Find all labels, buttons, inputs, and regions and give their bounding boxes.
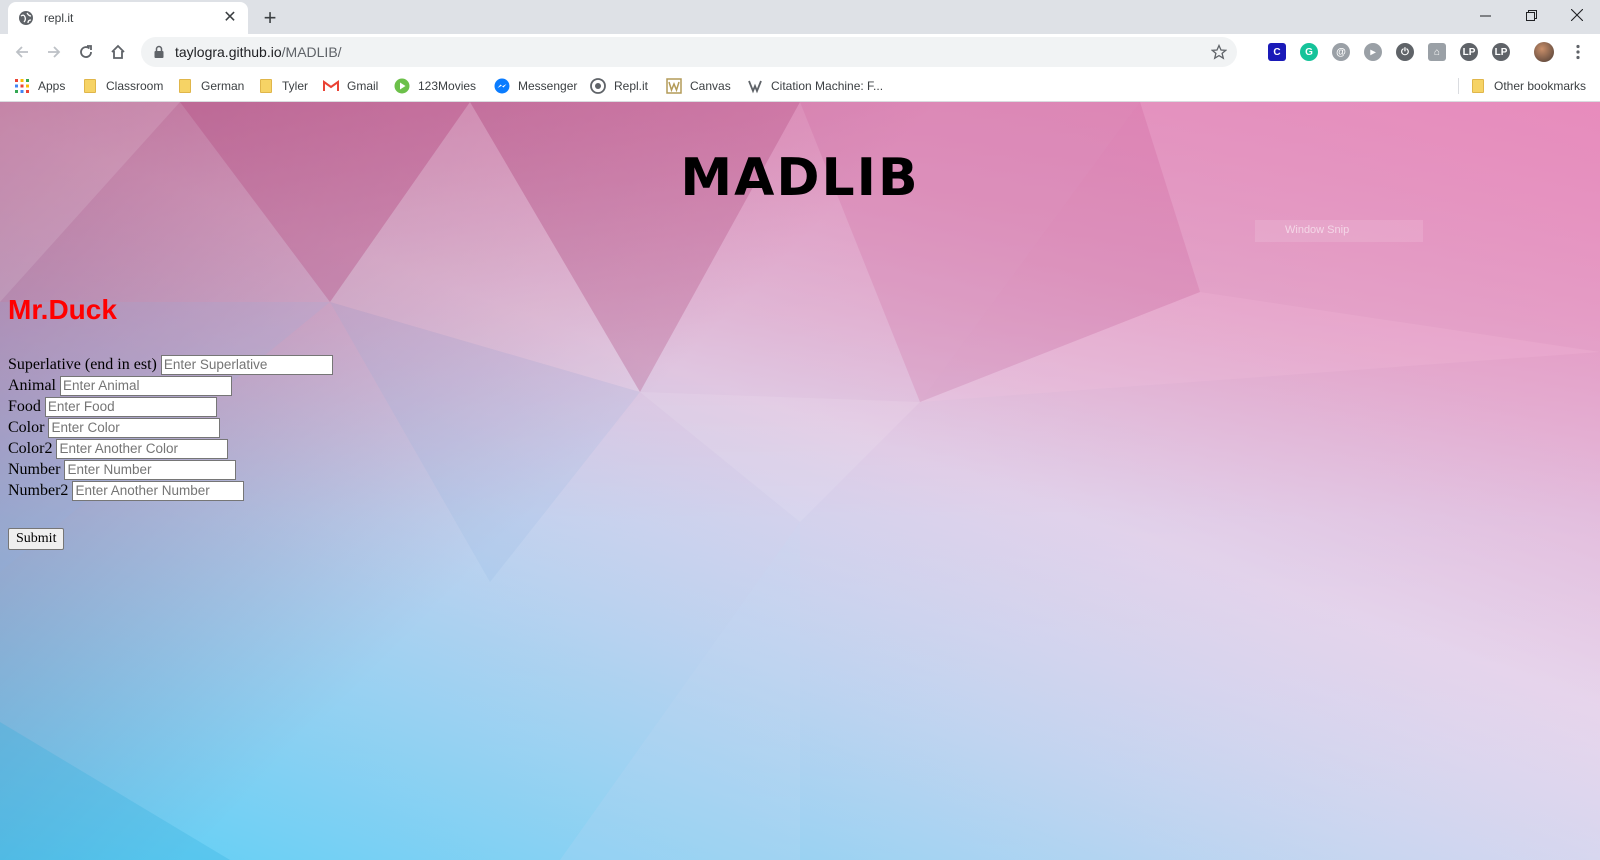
tab-close-icon[interactable]: ✕ (222, 10, 238, 26)
bookmarks-bar: Apps Classroom German Tyler Gmail 123Mov… (0, 70, 1600, 102)
form-row-food: Food (8, 396, 333, 417)
color-input[interactable] (48, 417, 221, 438)
number-label: Number (8, 460, 61, 478)
extension-icon[interactable]: @ (1332, 43, 1350, 61)
animal-input[interactable] (60, 375, 232, 396)
bookmark-tyler[interactable]: Tyler (258, 76, 308, 96)
folder-icon (1470, 78, 1486, 94)
folder-icon (177, 78, 193, 94)
address-bar[interactable]: taylogra.github.io/MADLIB/ (141, 37, 1237, 67)
superlative-input[interactable] (160, 354, 333, 375)
avatar[interactable] (1534, 42, 1554, 62)
play-icon (394, 78, 410, 94)
apps-grid-icon (14, 78, 30, 94)
bookmark-label: Other bookmarks (1494, 79, 1587, 93)
bookmark-german[interactable]: German (177, 76, 244, 96)
bookmark-canvas[interactable]: Canvas (666, 76, 731, 96)
bookmark-star-icon[interactable] (1211, 44, 1227, 60)
number2-input[interactable] (72, 480, 245, 501)
page-title: MADLIB (680, 148, 920, 208)
bookmark-gmail[interactable]: Gmail (323, 76, 378, 96)
other-bookmarks[interactable]: Other bookmarks (1470, 76, 1586, 96)
tab-title: repl.it (44, 11, 74, 25)
submit-button[interactable]: Submit (8, 528, 65, 550)
replit-icon (590, 78, 606, 94)
browser-toolbar: taylogra.github.io/MADLIB/ C G @ ▸ ⏻ ⌂ L… (0, 34, 1600, 70)
reload-icon[interactable] (72, 38, 100, 66)
page-background: MADLIB Window Snip Mr.Duck Superlative (… (0, 102, 1600, 860)
form-row-number: Number (8, 459, 333, 480)
globe-icon (19, 11, 33, 25)
bookmark-123movies[interactable]: 123Movies (394, 76, 476, 96)
gmail-icon (323, 78, 339, 94)
author-name: Mr.Duck (8, 294, 117, 325)
bookmark-replit[interactable]: Repl.it (590, 76, 648, 96)
close-window-icon[interactable] (1554, 0, 1600, 30)
minimize-icon[interactable] (1462, 0, 1508, 30)
madlib-form: Superlative (end in est) Animal Food Col… (8, 354, 333, 501)
bookmark-label: Messenger (518, 79, 578, 93)
color2-input[interactable] (56, 438, 229, 459)
lock-icon (154, 45, 164, 58)
form-row-color: Color (8, 417, 333, 438)
back-icon[interactable] (8, 38, 36, 66)
lp-extension-icon[interactable]: LP (1460, 43, 1478, 61)
bookmark-label: Gmail (347, 79, 379, 93)
bookmark-classroom[interactable]: Classroom (82, 76, 163, 96)
color2-label: Color2 (8, 439, 53, 457)
url-text: taylogra.github.io/MADLIB/ (175, 44, 342, 60)
power-extension-icon[interactable]: ⏻ (1396, 43, 1414, 61)
menu-kebab-icon[interactable] (1564, 38, 1592, 66)
form-row-number2: Number2 (8, 480, 333, 501)
animal-label: Animal (8, 376, 56, 394)
bookmark-label: Classroom (106, 79, 164, 93)
extension-icon[interactable]: ⌂ (1428, 43, 1446, 61)
extension-icon[interactable]: ▸ (1364, 43, 1382, 61)
bookmark-label: 123Movies (418, 79, 477, 93)
canvas-icon (666, 78, 682, 94)
folder-icon (258, 78, 274, 94)
color-label: Color (8, 418, 45, 436)
bookmark-messenger[interactable]: Messenger (494, 76, 577, 96)
grammarly-extension-icon[interactable]: G (1300, 43, 1318, 61)
folder-icon (82, 78, 98, 94)
form-row-color2: Color2 (8, 438, 333, 459)
tab-strip: repl.it ✕ + (0, 0, 1600, 34)
food-label: Food (8, 397, 41, 415)
number-input[interactable] (64, 459, 237, 480)
messenger-icon (494, 78, 510, 94)
home-icon[interactable] (104, 38, 132, 66)
bookmark-label: Tyler (282, 79, 309, 93)
bookmark-label: German (201, 79, 245, 93)
bookmark-label: Canvas (690, 79, 731, 93)
citation-icon (747, 78, 763, 94)
window-snip-overlay: Window Snip (1255, 220, 1423, 242)
bookmark-label: Citation Machine: F... (771, 79, 884, 93)
bookmark-label: Apps (38, 79, 66, 93)
forward-icon[interactable] (40, 38, 68, 66)
bookmark-citation-machine[interactable]: Citation Machine: F... (747, 76, 883, 96)
form-row-superlative: Superlative (end in est) (8, 354, 333, 375)
number2-label: Number2 (8, 481, 69, 499)
new-tab-icon[interactable]: + (258, 6, 282, 30)
bookmarks-divider (1458, 78, 1459, 94)
restore-icon[interactable] (1508, 0, 1554, 30)
food-input[interactable] (44, 396, 217, 417)
lp-extension-icon[interactable]: LP (1492, 43, 1510, 61)
form-row-animal: Animal (8, 375, 333, 396)
superlative-label: Superlative (end in est) (8, 355, 157, 373)
bookmark-label: Repl.it (614, 79, 649, 93)
citation-extension-icon[interactable]: C (1268, 43, 1286, 61)
bookmark-apps[interactable]: Apps (14, 76, 65, 96)
browser-tab[interactable]: repl.it ✕ (8, 2, 248, 34)
